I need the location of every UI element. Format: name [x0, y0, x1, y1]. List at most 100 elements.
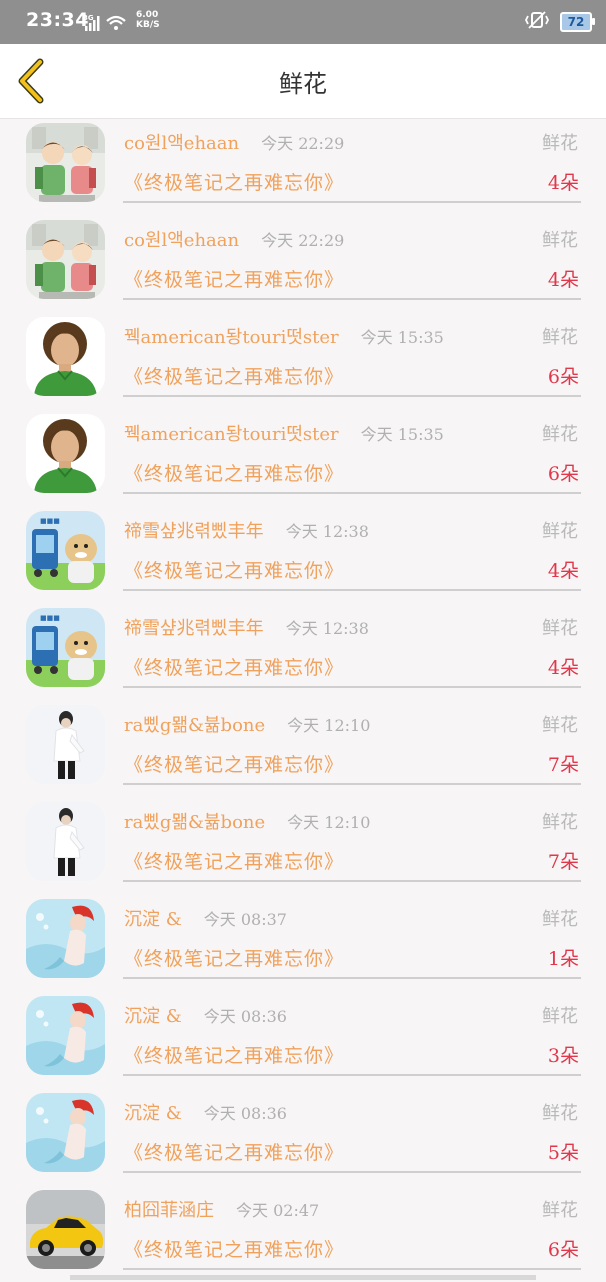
book-title: 《终极笔记之再难忘你》 [124, 463, 345, 485]
page-title: 鲜花 [279, 70, 327, 98]
status-time: 23:34 [26, 9, 89, 31]
book-title: 《终极笔记之再难忘你》 [124, 1239, 345, 1261]
sender-name[interactable]: ra삤g뫪&뷺bone 今天 12:10 [124, 808, 370, 834]
row-divider [123, 395, 581, 397]
sender-name[interactable]: 沉淀 & 今天 08:36 [124, 1002, 287, 1028]
gift-type-label: 鲜花 [542, 230, 578, 251]
gift-count: 6朵 [547, 1239, 579, 1261]
gift-count: 5朵 [547, 1142, 579, 1164]
sender-name[interactable]: 柏囧菲涵庄 今天 02:47 [124, 1196, 319, 1222]
gift-type-label: 鲜花 [542, 521, 578, 542]
gift-type-label: 鲜花 [542, 1200, 578, 1221]
sender-name[interactable]: co원l액ehaan 今天 22:29 [124, 226, 344, 252]
speed-value: 6.00 [136, 10, 159, 20]
svg-text:■■■: ■■■ [40, 614, 60, 622]
timestamp: 今天 12:10 [287, 716, 371, 735]
timestamp: 今天 12:10 [287, 813, 371, 832]
top-app-bar: 鲜花 [0, 44, 606, 119]
sender-name[interactable]: 꿱american돵touri떳ster 今天 15:35 [124, 420, 444, 446]
gift-record-row[interactable]: 꿱american돵touri떳ster 今天 15:35 鲜花 《终极笔记之再难忘你… [0, 312, 606, 409]
gift-type-label: 鲜花 [542, 133, 578, 154]
gift-type-label: 鲜花 [542, 618, 578, 639]
mermaid-avatar[interactable] [26, 996, 105, 1075]
gift-record-row[interactable]: ra삤g뫪&뷺bone 今天 12:10 鲜花《终极笔记之再难忘你》 7朵 [0, 700, 606, 797]
gift-type-label: 鲜花 [542, 424, 578, 445]
two-boys-avatar[interactable] [26, 123, 105, 202]
status-bar: 23:34 3G 6.00 KB/S 72 [0, 0, 606, 44]
sender-name[interactable]: 沉淀 & 今天 08:37 [124, 905, 287, 931]
mermaid-avatar[interactable] [26, 1093, 105, 1172]
white-figure-avatar[interactable] [26, 802, 105, 881]
gift-record-row[interactable]: ■■■ 禘雪샾兆렦삤丰年 今天 12:38 鲜花《终极笔记之再难忘你》 4朵 [0, 506, 606, 603]
timestamp: 今天 12:38 [285, 619, 369, 638]
gift-record-row[interactable]: 柏囧菲涵庄 今天 02:47 鲜花《终极笔记之再难忘你》 6朵 [0, 1185, 606, 1282]
book-title: 《终极笔记之再难忘你》 [124, 172, 345, 194]
gift-record-row[interactable]: ra삤g뫪&뷺bone 今天 12:10 鲜花 《终极笔记之再难忘你》 7朵 [0, 797, 606, 894]
sender-name-text: co원l액ehaan [124, 230, 240, 251]
gift-count: 7朵 [547, 851, 579, 873]
sender-name[interactable]: 꿱american돵touri떳ster 今天 15:35 [124, 323, 444, 349]
book-title: 《终极笔记之再难忘你》 [124, 1142, 345, 1164]
gift-list: co원l액ehaan 今天 22:29 鲜花 《终极笔记之再难忘你》 4朵 co원l액e… [0, 118, 606, 1282]
gift-record-row[interactable]: 沉淀 & 今天 08:37 鲜花 《终极笔记之再难忘你》 1朵 [0, 894, 606, 991]
row-divider [123, 298, 581, 300]
timestamp: 今天 08:37 [203, 910, 287, 929]
sender-name[interactable]: ra삤g뫪&뷺bone 今天 12:10 [124, 711, 370, 737]
gift-type-label: 鲜花 [542, 1006, 578, 1027]
two-boys-avatar[interactable] [26, 220, 105, 299]
gift-record-row[interactable]: co원l액ehaan 今天 22:29 鲜花《终极笔记之再难忘你》 4朵 [0, 215, 606, 312]
timestamp: 今天 08:36 [203, 1104, 287, 1123]
gift-record-row[interactable]: ■■■ 禘雪샾兆렦삤丰年 今天 12:38 鲜花 《终极笔记之再难忘你》 4朵 [0, 603, 606, 700]
sender-name[interactable]: co원l액ehaan 今天 22:29 [124, 129, 344, 155]
book-title: 《终极笔记之再难忘你》 [124, 560, 345, 582]
sender-name[interactable]: 禘雪샾兆렦삤丰年 今天 12:38 [124, 614, 369, 640]
sender-name-text: 沉淀 & [124, 1103, 182, 1124]
row-divider [123, 783, 581, 785]
row-divider [123, 1171, 581, 1173]
sender-name[interactable]: 沉淀 & 今天 08:36 [124, 1099, 287, 1125]
gift-count: 4朵 [547, 657, 579, 679]
timestamp: 今天 15:35 [360, 425, 444, 444]
network-speed: 6.00 KB/S [136, 10, 160, 30]
gift-record-row[interactable]: co원l액ehaan 今天 22:29 鲜花 《终极笔记之再难忘你》 4朵 [0, 118, 606, 215]
svg-text:■■■: ■■■ [40, 517, 60, 525]
sender-name-text: 꿱american돵touri떳ster [124, 327, 339, 348]
cellular-signal-icon: 3G [83, 13, 131, 37]
gift-count: 4朵 [547, 269, 579, 291]
gift-count: 4朵 [547, 560, 579, 582]
gift-count: 3朵 [547, 1045, 579, 1067]
bottom-indicator [70, 1275, 536, 1280]
white-figure-avatar[interactable] [26, 705, 105, 784]
row-divider [123, 977, 581, 979]
sender-name-text: 柏囧菲涵庄 [124, 1200, 214, 1221]
row-divider [123, 880, 581, 882]
cartoon-avatar[interactable]: ■■■ [26, 511, 105, 590]
battery-level: 72 [567, 15, 585, 29]
speed-unit: KB/S [136, 20, 160, 30]
sender-name-text: 禘雪샾兆렦삤丰年 [124, 618, 264, 639]
yellow-car-avatar[interactable] [26, 1190, 105, 1269]
gift-count: 7朵 [547, 754, 579, 776]
timestamp: 今天 02:47 [236, 1201, 320, 1220]
book-title: 《终极笔记之再难忘你》 [124, 269, 345, 291]
row-divider [123, 1268, 581, 1270]
gift-record-row[interactable]: 沉淀 & 今天 08:36 鲜花 《终极笔记之再难忘你》 5朵 [0, 1088, 606, 1185]
boy-green-shirt-avatar[interactable] [26, 317, 105, 396]
boy-green-shirt-avatar[interactable] [26, 414, 105, 493]
vibrate-icon [524, 10, 550, 34]
timestamp: 今天 22:29 [261, 231, 345, 250]
gift-record-row[interactable]: 沉淀 & 今天 08:36 鲜花 《终极笔记之再难忘你》 3朵 [0, 991, 606, 1088]
cartoon-avatar[interactable]: ■■■ [26, 608, 105, 687]
book-title: 《终极笔记之再难忘你》 [124, 754, 345, 776]
sender-name[interactable]: 禘雪샾兆렦삤丰年 今天 12:38 [124, 517, 369, 543]
timestamp: 今天 08:36 [203, 1007, 287, 1026]
gift-count: 1朵 [547, 948, 579, 970]
gift-type-label: 鲜花 [542, 715, 578, 736]
row-divider [123, 1074, 581, 1076]
gift-record-row[interactable]: 꿱american돵touri떳ster 今天 15:35 鲜花《终极笔记之再难忘你… [0, 409, 606, 506]
mermaid-avatar[interactable] [26, 899, 105, 978]
sender-name-text: co원l액ehaan [124, 133, 240, 154]
book-title: 《终极笔记之再难忘你》 [124, 948, 345, 970]
sender-name-text: ra삤g뫪&뷺bone [124, 812, 266, 833]
timestamp: 今天 15:35 [360, 328, 444, 347]
